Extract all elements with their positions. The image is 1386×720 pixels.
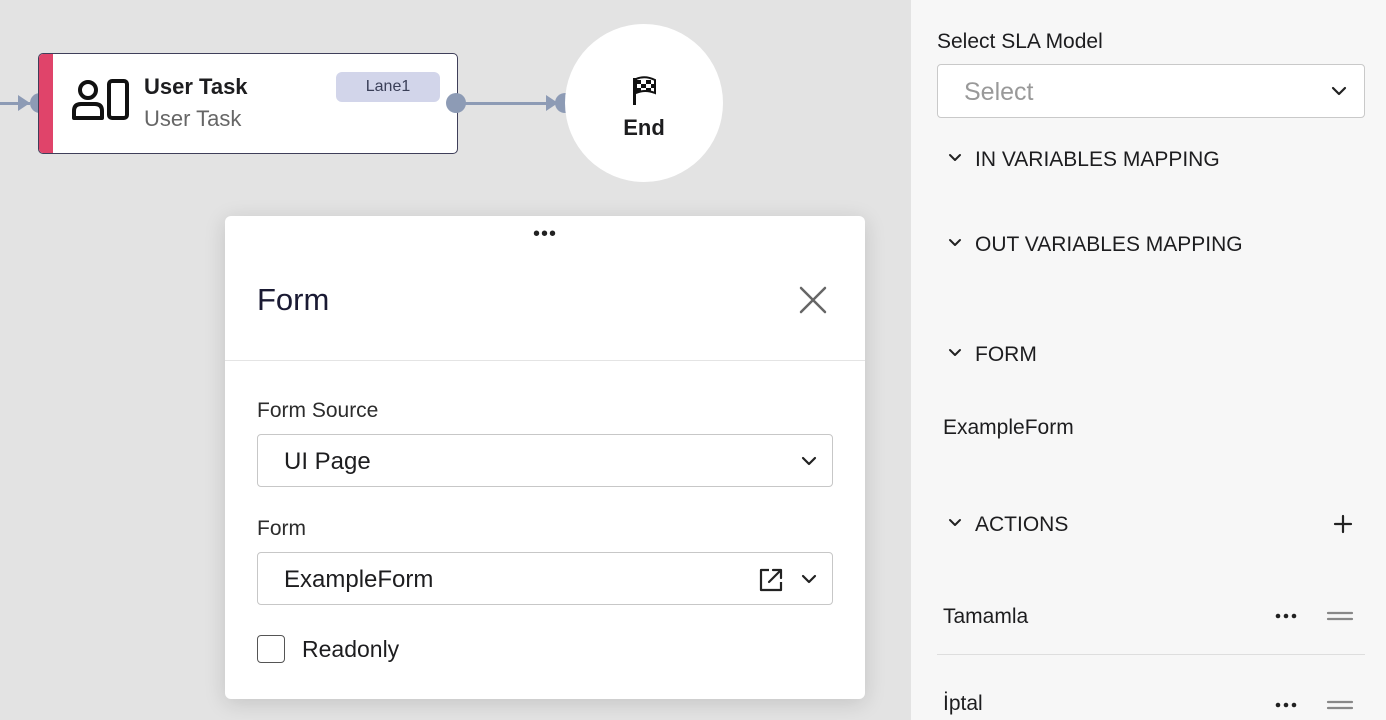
process-canvas[interactable]: User Task User Task Lane1 End ••• Form F…	[0, 0, 911, 720]
form-label: Form	[257, 517, 306, 540]
section-out-variables[interactable]: OUT VARIABLES MAPPING	[947, 233, 1243, 257]
action-item-label[interactable]: İptal	[943, 692, 983, 716]
more-options-icon[interactable]	[1274, 701, 1298, 709]
chevron-down-icon	[1331, 86, 1347, 96]
section-form[interactable]: FORM	[947, 343, 1037, 367]
task-title: User Task	[144, 74, 248, 99]
user-task-icon	[72, 79, 129, 120]
sla-model-select[interactable]: Select	[937, 64, 1365, 118]
user-task-node[interactable]: User Task User Task Lane1	[38, 53, 458, 154]
lane-badge: Lane1	[336, 72, 440, 102]
sla-model-label: Select SLA Model	[937, 30, 1103, 53]
end-label: End	[623, 115, 665, 140]
section-in-variables[interactable]: IN VARIABLES MAPPING	[947, 148, 1220, 172]
more-options-icon[interactable]	[1274, 612, 1298, 620]
form-dialog: ••• Form Form Source UI Page Form Exampl…	[225, 216, 865, 699]
sla-model-placeholder: Select	[964, 78, 1034, 106]
chevron-down-icon	[949, 519, 961, 527]
section-label: FORM	[975, 343, 1037, 366]
close-icon[interactable]	[795, 282, 831, 318]
drag-handle-icon[interactable]: •••	[533, 224, 557, 244]
section-actions[interactable]: ACTIONS	[947, 513, 1068, 537]
readonly-label: Readonly	[302, 636, 400, 662]
add-action-icon[interactable]	[1331, 512, 1355, 536]
incoming-arrow	[18, 95, 30, 111]
row-divider	[937, 654, 1365, 655]
form-source-select[interactable]: UI Page	[257, 434, 833, 487]
task-color-stripe	[39, 54, 53, 153]
chevron-down-icon	[949, 154, 961, 162]
end-event-node[interactable]: End	[565, 24, 723, 182]
outgoing-edge[interactable]	[464, 102, 552, 105]
form-value: ExampleForm	[284, 566, 434, 593]
dialog-divider	[225, 360, 865, 361]
form-name-value: ExampleForm	[943, 416, 1074, 439]
chevron-down-icon	[949, 349, 961, 357]
drag-handle-icon[interactable]	[1326, 609, 1354, 623]
section-label: OUT VARIABLES MAPPING	[975, 233, 1243, 256]
properties-panel: Select SLA Model Select IN VARIABLES MAP…	[911, 0, 1386, 720]
chevron-down-icon	[801, 456, 817, 466]
action-item-label[interactable]: Tamamla	[943, 605, 1028, 629]
dialog-title: Form	[257, 282, 330, 317]
checkered-flag-icon	[633, 76, 656, 105]
task-output-port[interactable]	[446, 93, 466, 113]
form-source-value: UI Page	[284, 448, 371, 475]
chevron-down-icon	[949, 239, 961, 247]
form-select[interactable]: ExampleForm	[257, 552, 833, 605]
readonly-checkbox[interactable]	[257, 635, 285, 663]
task-subtitle: User Task	[144, 106, 242, 131]
open-external-icon[interactable]	[758, 567, 784, 593]
drag-handle-icon[interactable]	[1326, 698, 1354, 712]
form-source-label: Form Source	[257, 399, 379, 422]
section-label: IN VARIABLES MAPPING	[975, 148, 1220, 171]
chevron-down-icon	[801, 574, 817, 584]
section-label: ACTIONS	[975, 513, 1069, 536]
